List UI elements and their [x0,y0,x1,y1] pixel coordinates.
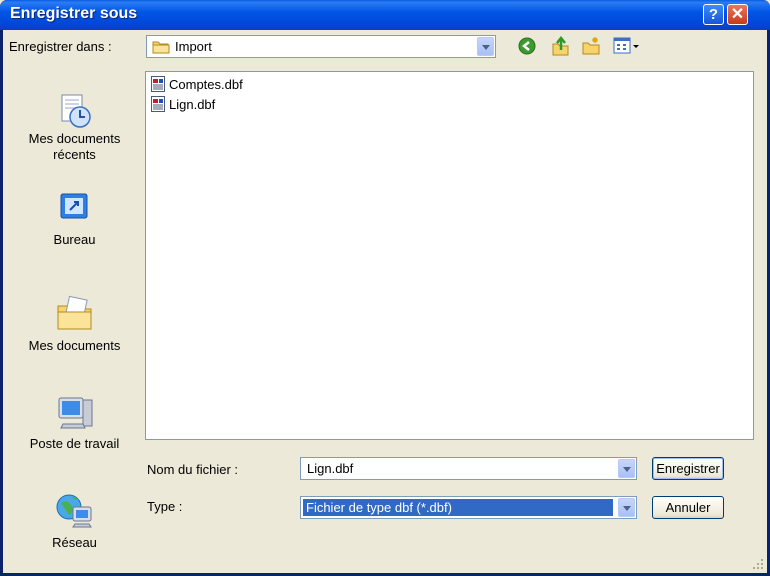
title-bar[interactable]: Enregistrer sous ? ✕ [0,0,770,30]
recent-documents-icon [61,94,91,128]
place-my-documents[interactable]: Mes documents [8,294,141,354]
place-label-my-computer: Poste de travail [29,436,120,451]
type-label: Type : [147,499,183,514]
resize-grip-icon[interactable] [752,558,764,570]
view-menu-icon[interactable] [613,36,641,56]
window-title: Enregistrer sous [10,5,138,22]
new-folder-icon[interactable] [581,36,601,56]
places-bar: Mes documents récents Bureau Mes documen… [8,71,141,555]
file-name: Lign.dbf [169,96,216,112]
help-button[interactable]: ? [703,4,724,25]
filename-input[interactable]: Lign.dbf [300,457,637,480]
list-item[interactable]: Comptes.dbf [150,75,243,93]
dbf-file-icon [151,96,165,112]
save-button[interactable]: Enregistrer [652,457,724,480]
question-mark-icon: ? [708,6,719,23]
save-as-dialog: Enregistrer sous ? ✕ Enregistrer dans : … [0,0,770,576]
desktop-icon [60,193,87,219]
place-label-desktop: Bureau [53,232,96,247]
my-documents-icon [57,295,91,330]
current-folder-name: Import [175,39,212,54]
file-name: Comptes.dbf [169,76,243,92]
list-item[interactable]: Lign.dbf [150,95,215,113]
dbf-file-icon [151,76,165,92]
up-one-level-icon[interactable] [550,36,570,56]
back-icon[interactable] [518,37,536,55]
close-button[interactable]: ✕ [727,4,748,25]
place-label-my-documents: Mes documents [28,338,121,353]
filename-value: Lign.dbf [307,461,354,476]
save-in-label: Enregistrer dans : [9,39,112,54]
place-network[interactable]: Réseau [8,491,141,551]
save-in-combo[interactable]: Import [146,35,496,58]
place-desktop[interactable]: Bureau [8,190,141,248]
filename-dropdown-arrow[interactable] [618,459,635,478]
place-my-computer[interactable]: Poste de travail [8,394,141,452]
save-in-dropdown-arrow[interactable] [477,37,494,56]
my-computer-icon [58,397,92,429]
place-label-recent-2: récents [53,147,96,162]
type-select[interactable]: Fichier de type dbf (*.dbf) [300,496,637,519]
type-value: Fichier de type dbf (*.dbf) [303,499,613,516]
dialog-body: Enregistrer dans : Import Mes documents … [3,30,767,573]
place-label-network: Réseau [52,535,97,550]
place-label-recent-1: Mes documents [28,131,121,146]
folder-icon [152,41,170,54]
close-icon: ✕ [730,6,745,23]
cancel-button[interactable]: Annuler [652,496,724,519]
network-icon [56,494,92,528]
place-recent-documents[interactable]: Mes documents récents [8,93,141,163]
filename-label: Nom du fichier : [147,462,239,477]
type-dropdown-arrow[interactable] [618,498,635,517]
file-list[interactable]: Comptes.dbf Lign.dbf [145,71,754,440]
